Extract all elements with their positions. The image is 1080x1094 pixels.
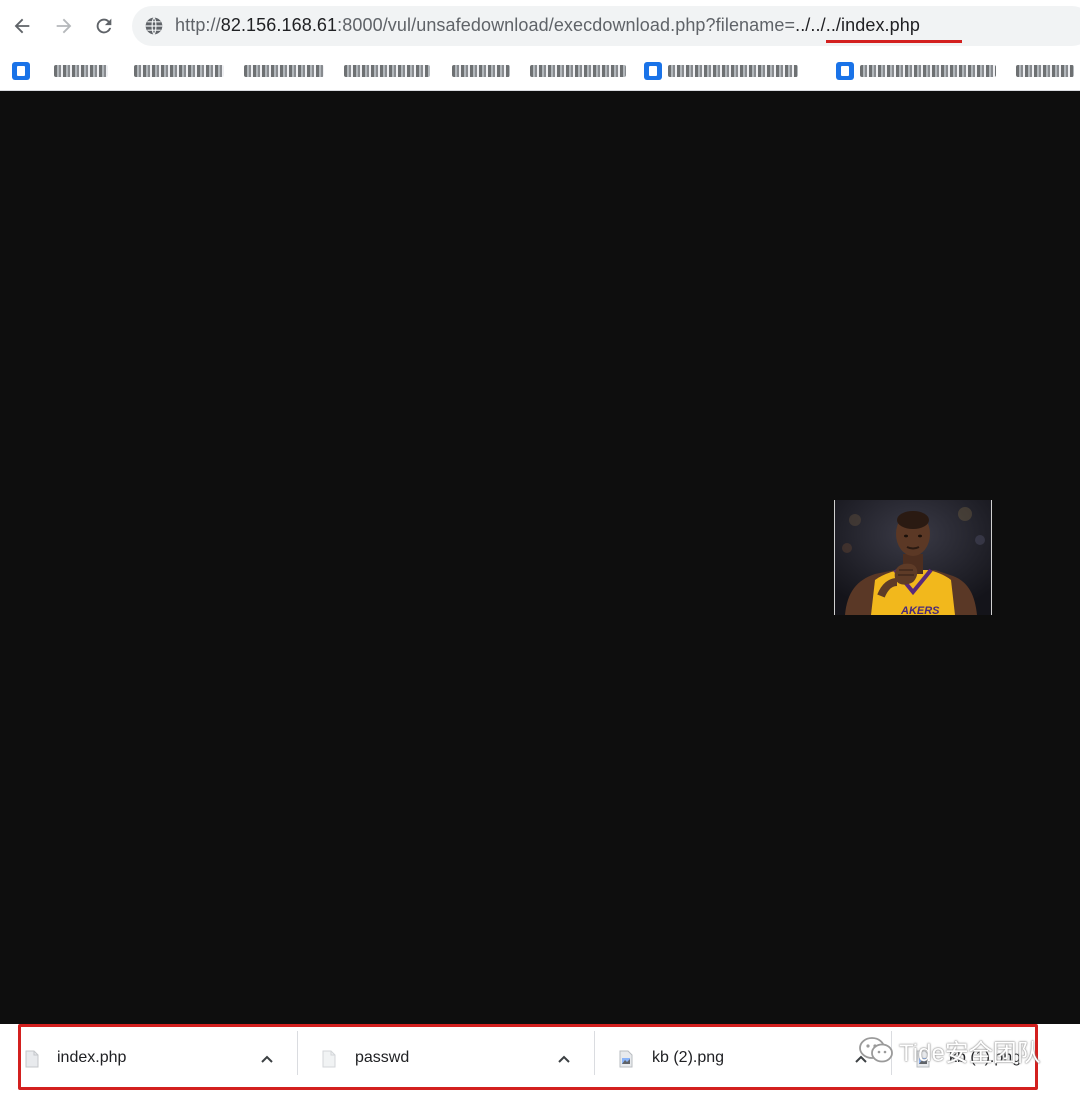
bookmark-label-blurred [530,65,626,77]
bookmark-label-blurred [134,65,224,77]
image-file-icon [619,1050,633,1068]
bookmark-item[interactable] [344,61,430,81]
bookmark-label-blurred [344,65,430,77]
svg-text:AKERS: AKERS [900,605,940,615]
bookmark-label-blurred [668,65,798,77]
bookmarks-bar [0,52,1080,91]
bookmark-label-blurred [452,65,510,77]
url-traversal-param: ../../../index.php [795,15,920,35]
bookmark-icon [836,62,854,80]
wechat-icon [859,1037,893,1063]
bookmark-icon [644,62,662,80]
bookmark-item[interactable] [452,61,510,81]
bookmark-item[interactable] [54,61,108,81]
download-filename: kb (2).png [652,1049,725,1066]
download-item[interactable]: index.php [21,1035,297,1085]
player-photo-image: AKERS [835,500,991,615]
document-file-icon [322,1050,336,1068]
bookmark-item[interactable] [12,61,30,81]
download-item[interactable]: kb (2).png [595,1035,891,1085]
browser-toolbar: http://82.156.168.61:8000/vul/unsafedown… [0,0,1080,52]
bookmark-item[interactable] [530,61,626,81]
bookmark-item[interactable] [644,61,798,81]
bookmark-label-blurred [860,65,996,77]
download-filename: index.php [57,1049,127,1066]
url-scheme: http:// [175,15,221,35]
url-path: :8000/vul/unsafedownload/execdownload.ph… [337,15,796,35]
url-highlight-underline [826,40,962,43]
globe-icon [145,17,163,35]
bookmark-icon [12,62,30,80]
reload-icon [96,18,112,34]
page-content: AKERS [0,91,1080,1024]
bookmark-item[interactable] [836,61,996,81]
bookmark-item[interactable] [1016,61,1074,81]
watermark: Tide安全团队 [859,1035,1041,1067]
chevron-up-icon[interactable] [260,1052,274,1066]
download-filename: passwd [355,1049,410,1066]
url-text: http://82.156.168.61:8000/vul/unsafedown… [175,15,920,36]
watermark-text: Tide安全团队 [899,1039,1041,1067]
url-host: 82.156.168.61 [220,15,338,35]
download-item[interactable]: passwd [298,1035,594,1085]
back-button[interactable] [8,12,36,40]
download-shelf: index.php passwd kb (2).png kb (1).png T… [0,1024,1080,1094]
bookmark-label-blurred [244,65,324,77]
arrow-right-icon [56,18,72,34]
bookmark-item[interactable] [134,61,224,81]
bookmark-label-blurred [1016,65,1074,77]
document-file-icon [25,1050,39,1068]
forward-button[interactable] [50,12,78,40]
arrow-left-icon [14,18,30,34]
chevron-up-icon[interactable] [557,1052,571,1066]
download-shelf-highlight: index.php passwd kb (2).png kb (1).png T… [18,1024,1041,1090]
bookmark-item[interactable] [244,61,324,81]
reload-button[interactable] [90,12,118,40]
player-photo: AKERS [834,500,992,615]
bookmark-label-blurred [54,65,108,77]
